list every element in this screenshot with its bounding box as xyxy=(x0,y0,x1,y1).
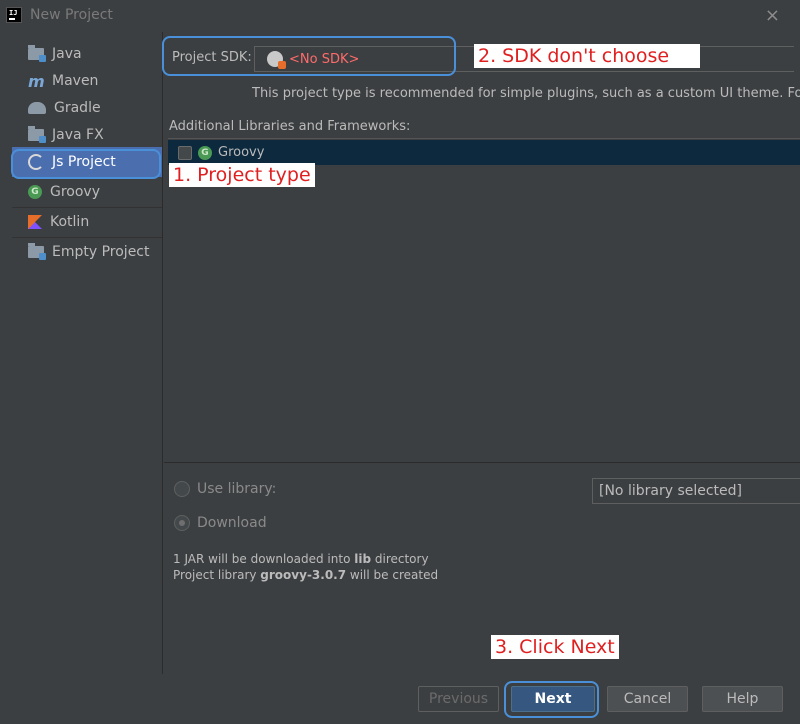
library-options: Use library: [No library selected] Downl… xyxy=(164,462,800,674)
download-label: Download xyxy=(197,515,267,531)
folder-icon xyxy=(28,243,46,260)
title-bar: IJ New Project × xyxy=(0,0,800,32)
library-label: Groovy xyxy=(218,145,265,160)
sidebar-item-label: Maven xyxy=(52,73,99,89)
download-radio[interactable]: Download xyxy=(174,515,267,531)
sidebar-item-kotlin[interactable]: Kotlin xyxy=(12,207,162,237)
use-library-label: Use library: xyxy=(197,481,277,497)
use-library-radio[interactable]: Use library: xyxy=(174,481,276,497)
project-type-description: This project type is recommended for sim… xyxy=(252,86,800,101)
sidebar-item-javafx[interactable]: Java FX xyxy=(12,120,162,150)
close-icon[interactable]: × xyxy=(765,5,780,26)
sidebar-item-java[interactable]: Java xyxy=(12,39,162,69)
library-info-line: Project library groovy-3.0.7 will be cre… xyxy=(173,568,439,582)
main-panel: Project SDK: <No SDK> This project type … xyxy=(164,32,800,674)
sidebar-item-label: Java FX xyxy=(52,127,104,143)
annotation-project-type: 1. Project type xyxy=(169,163,315,187)
library-dropdown[interactable]: [No library selected] xyxy=(592,478,800,504)
cancel-button[interactable]: Cancel xyxy=(607,686,688,712)
sidebar-item-empty-project[interactable]: Empty Project xyxy=(12,237,162,267)
gradle-icon xyxy=(28,102,46,114)
project-type-sidebar: Java m Maven Gradle Java FX Js Project G… xyxy=(0,32,163,674)
folder-icon xyxy=(28,45,46,62)
sidebar-item-groovy[interactable]: G Groovy xyxy=(12,177,162,207)
annotation-sdk: 2. SDK don't choose xyxy=(474,44,700,68)
next-highlight-box xyxy=(504,681,599,718)
groovy-icon: G xyxy=(28,185,42,199)
sidebar-item-gradle[interactable]: Gradle xyxy=(12,93,162,123)
sidebar-item-label: Gradle xyxy=(54,100,101,116)
sidebar-item-label: Empty Project xyxy=(52,244,150,260)
sidebar-item-label: Kotlin xyxy=(50,214,90,230)
radio-icon[interactable] xyxy=(174,515,190,531)
sidebar-item-maven[interactable]: m Maven xyxy=(12,66,162,96)
list-item-groovy[interactable]: G Groovy xyxy=(168,140,800,165)
previous-button[interactable]: Previous xyxy=(418,686,499,712)
intellij-logo-icon: IJ xyxy=(6,7,22,23)
annotation-next: 3. Click Next xyxy=(491,635,619,659)
download-info-line: 1 JAR will be downloaded into lib direct… xyxy=(173,552,429,566)
radio-icon[interactable] xyxy=(174,481,190,497)
window-title: New Project xyxy=(30,7,113,23)
sdk-highlight-box xyxy=(162,36,456,76)
sidebar-item-label: Groovy xyxy=(50,184,100,200)
libraries-label: Additional Libraries and Frameworks: xyxy=(169,119,411,134)
dialog-button-bar: Previous Next Cancel Help xyxy=(0,674,800,724)
sidebar-item-label: Java xyxy=(52,46,82,62)
help-button[interactable]: Help xyxy=(702,686,783,712)
kotlin-icon xyxy=(28,215,42,229)
folder-icon xyxy=(28,126,46,143)
maven-icon: m xyxy=(28,71,45,91)
groovy-icon: G xyxy=(198,145,212,160)
project-type-highlight-box xyxy=(11,149,161,179)
groovy-checkbox[interactable] xyxy=(178,145,192,160)
